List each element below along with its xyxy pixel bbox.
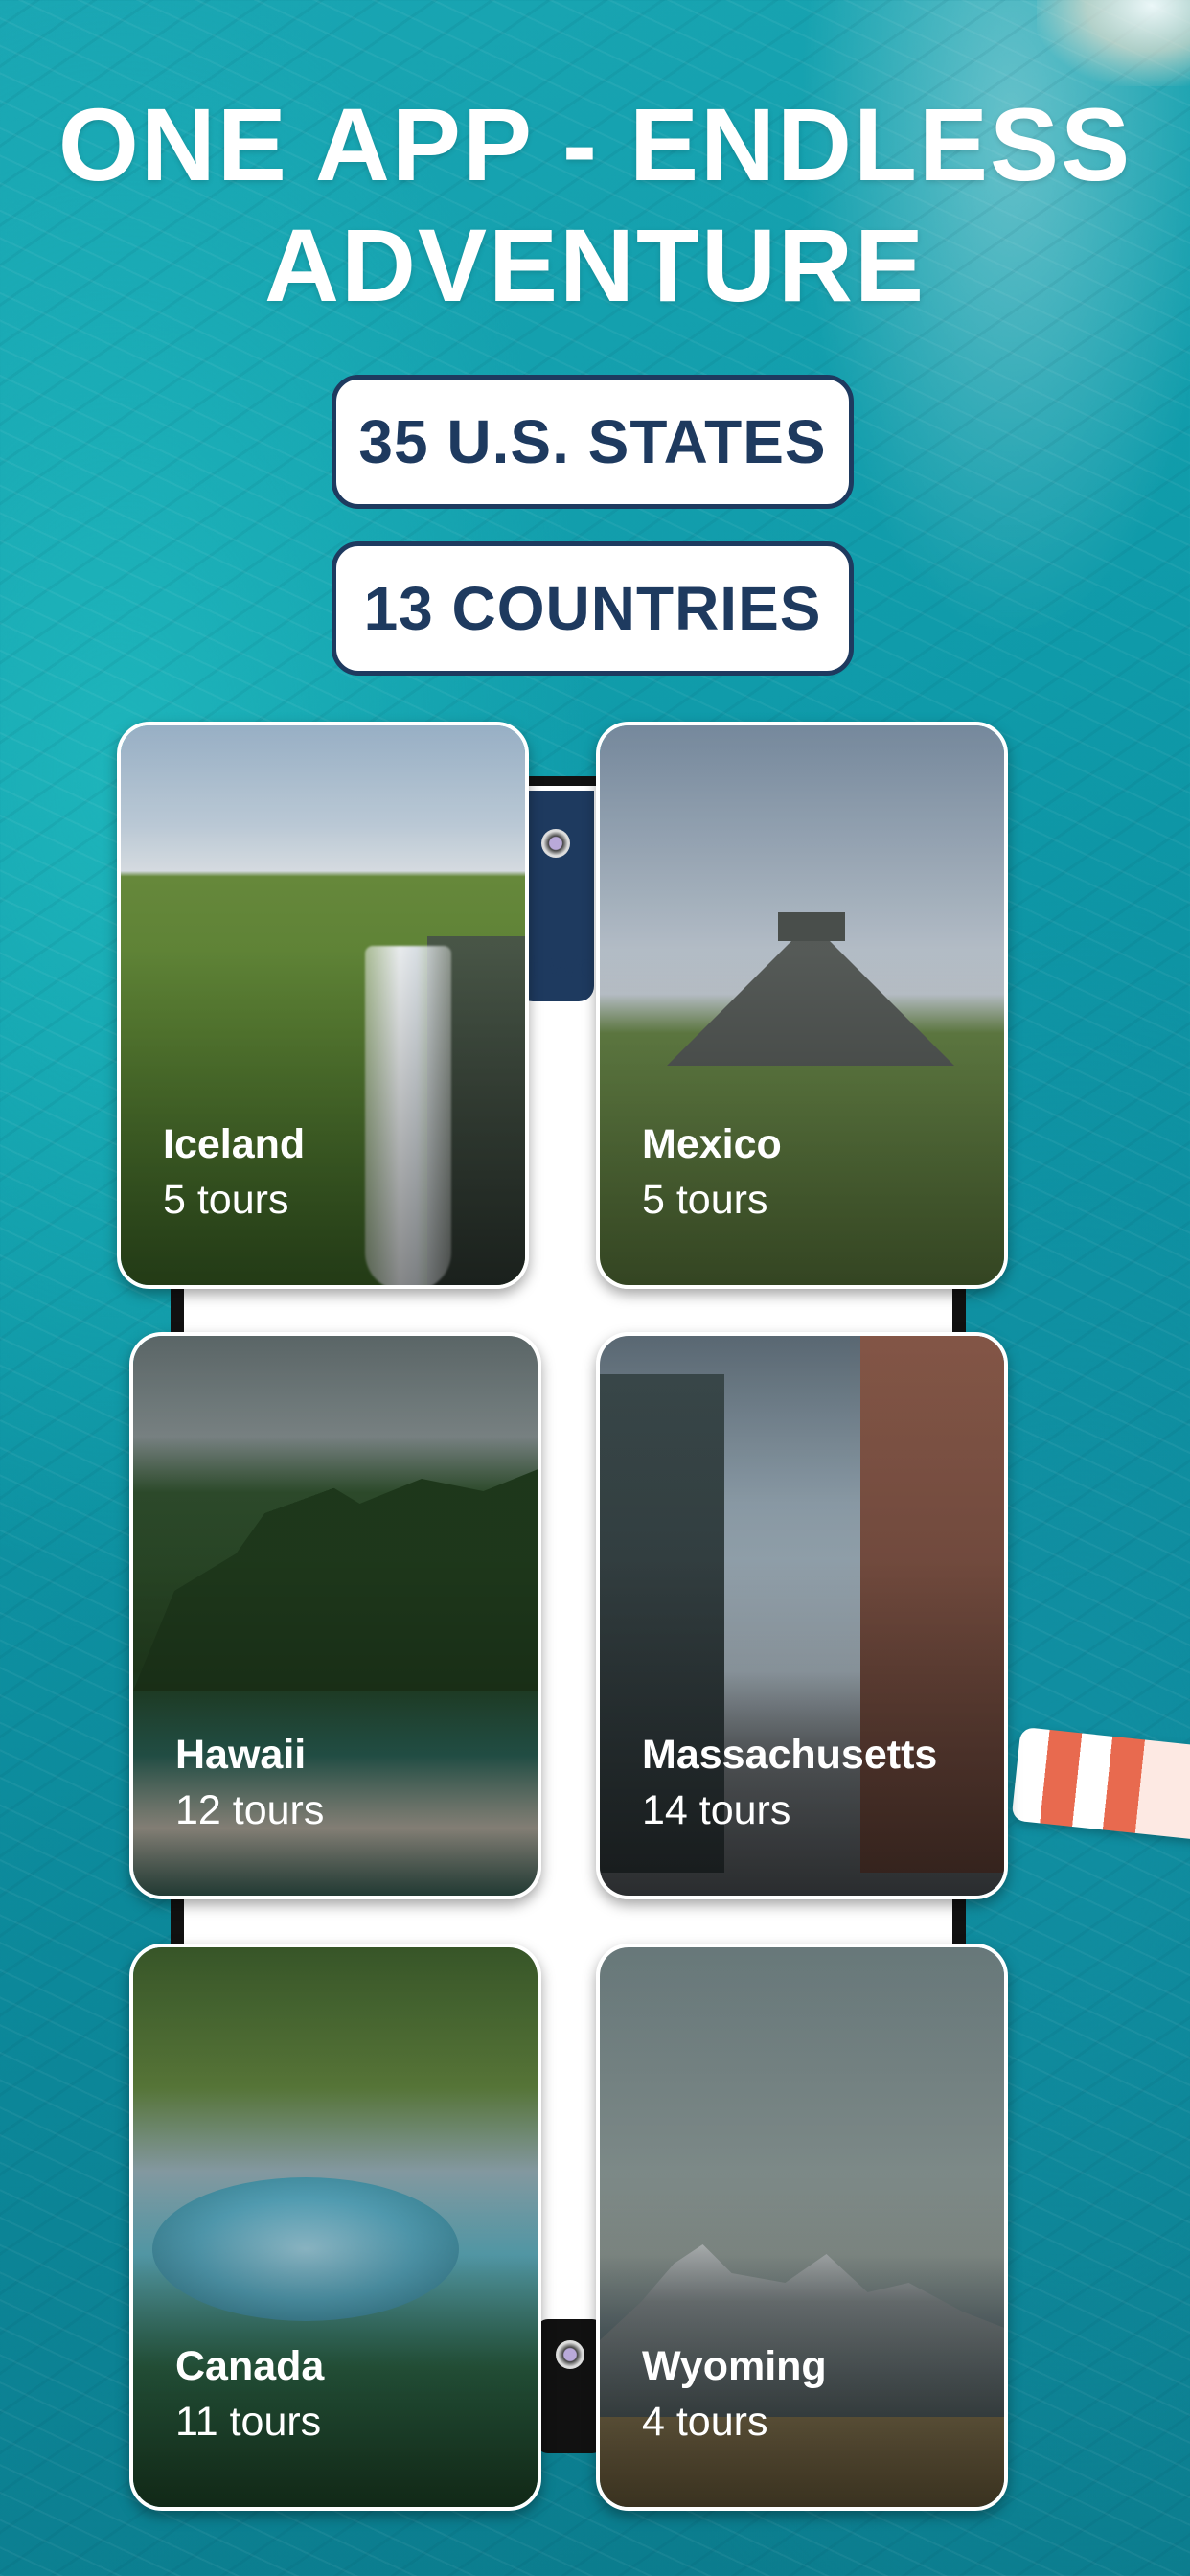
destination-name: Wyoming	[642, 2343, 827, 2389]
destination-name: Massachusetts	[642, 1732, 938, 1778]
boat-image	[1011, 1726, 1190, 1841]
destination-card-massachusetts[interactable]: Massachusetts 14 tours	[596, 1332, 1008, 1899]
destination-name: Iceland	[163, 1121, 306, 1167]
home-button-icon	[556, 2340, 584, 2369]
headline: ONE APP - ENDLESS ADVENTURE	[0, 84, 1190, 326]
destination-card-hawaii[interactable]: Hawaii 12 tours	[129, 1332, 541, 1899]
states-badge: 35 U.S. STATES	[332, 375, 854, 509]
destination-name: Mexico	[642, 1121, 782, 1167]
destination-card-mexico[interactable]: Mexico 5 tours	[596, 722, 1008, 1289]
destination-name: Canada	[175, 2343, 325, 2389]
phone-preview-text: t Wo	[529, 949, 596, 985]
tour-count: 12 tours	[175, 1787, 325, 1833]
tour-count: 11 tours	[175, 2399, 322, 2445]
tour-count: 4 tours	[642, 2399, 768, 2445]
countries-badge: 13 COUNTRIES	[332, 541, 854, 676]
destination-name: Hawaii	[175, 1732, 307, 1778]
tour-count: 5 tours	[163, 1177, 289, 1223]
tour-count: 14 tours	[642, 1787, 791, 1833]
headline-line-1: ONE APP - ENDLESS	[57, 86, 1133, 202]
tour-count: 5 tours	[642, 1177, 768, 1223]
camera-icon	[541, 829, 570, 858]
wave-foam	[1037, 0, 1190, 86]
destination-card-iceland[interactable]: Iceland 5 tours	[117, 722, 529, 1289]
headline-line-2: ADVENTURE	[263, 207, 927, 323]
destination-card-canada[interactable]: Canada 11 tours	[129, 1944, 541, 2511]
destination-card-wyoming[interactable]: Wyoming 4 tours	[596, 1944, 1008, 2511]
phone-bottom-cap	[537, 2319, 604, 2453]
